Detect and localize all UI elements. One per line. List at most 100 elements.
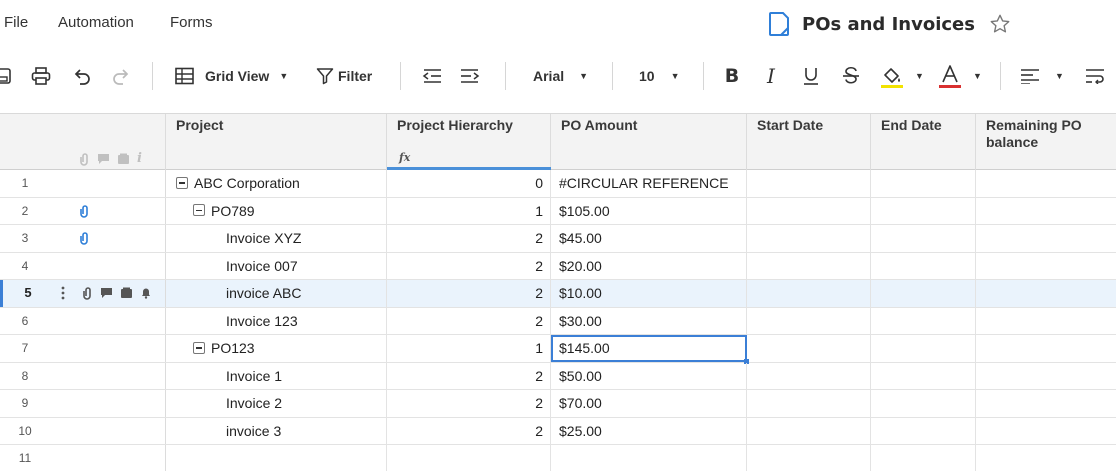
cell-po-amount[interactable]: $145.00 [551,335,747,362]
cell-end-date[interactable] [871,280,976,307]
cell-po-amount[interactable]: $105.00 [551,197,747,224]
undo-button[interactable] [72,62,92,90]
star-icon[interactable] [989,13,1011,35]
cell-end-date[interactable] [871,335,976,362]
menu-file[interactable]: File [4,14,28,31]
attachment-icon[interactable] [78,231,90,245]
reminder-bell-icon[interactable] [140,287,152,299]
column-header-end-date[interactable]: End Date [871,114,976,170]
column-header-project[interactable]: Project [166,114,387,170]
cell-start-date[interactable] [747,445,871,471]
cell-remaining-po-balance[interactable] [976,335,1116,362]
underline-button[interactable] [801,62,821,90]
cell-remaining-po-balance[interactable] [976,445,1116,471]
column-header-remaining-po-balance[interactable]: Remaining PO balance [976,114,1116,170]
info-icon[interactable]: i [137,150,142,167]
cell-project[interactable] [166,445,387,471]
cell-end-date[interactable] [871,362,976,389]
cell-po-amount[interactable]: $70.00 [551,390,747,417]
table-row[interactable]: 2 PO789 1 $105.00 [0,197,1116,225]
row-number-cell[interactable]: 7 [0,335,166,362]
cell-project[interactable]: ABC Corporation [166,170,387,197]
cell-remaining-po-balance[interactable] [976,170,1116,197]
row-menu-icon[interactable] [61,286,65,305]
table-row[interactable]: 11 [0,445,1116,471]
cell-remaining-po-balance[interactable] [976,363,1116,390]
proof-icon[interactable] [120,287,133,299]
cell-remaining-po-balance[interactable] [976,280,1116,307]
row-number-cell[interactable]: 6 [0,307,166,334]
row-number-cell[interactable]: 11 [0,445,166,471]
table-row[interactable]: 9 Invoice 2 2 $70.00 [0,390,1116,418]
cell-end-date[interactable] [871,170,976,197]
table-row[interactable]: 3 Invoice XYZ 2 $45.00 [0,225,1116,253]
row-number-cell[interactable]: 10 [0,417,166,444]
cell-project-hierarchy[interactable]: 0 [387,170,551,197]
fill-color-button[interactable]: ▼ [880,62,930,90]
cell-end-date[interactable] [871,225,976,252]
cell-remaining-po-balance[interactable] [976,390,1116,417]
attachment-icon[interactable] [78,204,90,218]
strikethrough-button[interactable] [841,62,861,90]
comment-icon[interactable] [97,153,110,165]
italic-button[interactable]: I [762,62,780,90]
cell-end-date[interactable] [871,445,976,471]
table-row[interactable]: 8 Invoice 1 2 $50.00 [0,362,1116,390]
cell-remaining-po-balance[interactable] [976,198,1116,225]
cell-start-date[interactable] [747,390,871,417]
collapse-toggle-icon[interactable] [193,204,205,217]
bold-button[interactable]: B [722,62,742,90]
cell-project[interactable]: Invoice 123 [166,307,387,334]
table-row[interactable]: 6 Invoice 123 2 $30.00 [0,307,1116,335]
cell-po-amount[interactable]: $50.00 [551,362,747,389]
cell-project[interactable]: Invoice XYZ [166,225,387,252]
row-number-cell[interactable]: 4 [0,252,166,279]
align-dropdown[interactable]: ▼ [1020,62,1070,90]
cell-project-hierarchy[interactable]: 2 [387,225,551,252]
attachment-icon[interactable] [81,286,93,300]
cell-po-amount[interactable]: $45.00 [551,225,747,252]
cell-project[interactable]: invoice ABC [166,280,387,307]
comment-icon[interactable] [100,287,113,299]
font-family-dropdown[interactable]: Arial ▼ [528,62,588,90]
cell-remaining-po-balance[interactable] [976,308,1116,335]
table-row[interactable]: 5 invoice ABC 2 $10.00 [0,280,1116,308]
row-number-cell[interactable]: 8 [0,362,166,389]
row-number-cell[interactable]: 5 [0,280,166,307]
row-number-cell[interactable]: 1 [0,170,166,197]
collapse-toggle-icon[interactable] [193,341,205,354]
cell-project-hierarchy[interactable]: 2 [387,362,551,389]
print-button[interactable] [30,62,52,90]
column-header-project-hierarchy[interactable]: Project Hierarchy fx [387,114,551,170]
table-row[interactable]: 1 ABC Corporation 0 #CIRCULAR REFERENCE [0,170,1116,198]
collapse-toggle-icon[interactable] [176,176,188,189]
cell-start-date[interactable] [747,280,871,307]
cell-po-amount[interactable]: #CIRCULAR REFERENCE [551,170,747,197]
cell-project[interactable]: invoice 3 [166,417,387,444]
table-row[interactable]: 7 PO123 1 $145.00 [0,335,1116,364]
grid-view-dropdown[interactable]: Grid View ▼ [175,62,295,90]
cell-start-date[interactable] [747,170,871,197]
cell-project-hierarchy[interactable]: 1 [387,335,551,362]
cell-remaining-po-balance[interactable] [976,418,1116,445]
cell-project[interactable]: PO123 [166,335,387,362]
cell-start-date[interactable] [747,197,871,224]
row-number-cell[interactable]: 9 [0,390,166,417]
cell-project[interactable]: PO789 [166,197,387,224]
font-size-dropdown[interactable]: 10 ▼ [636,62,681,90]
cell-start-date[interactable] [747,417,871,444]
column-header-start-date[interactable]: Start Date [747,114,871,170]
outdent-button[interactable] [421,62,443,90]
wrap-text-button[interactable] [1084,62,1106,90]
indent-button[interactable] [459,62,481,90]
cell-end-date[interactable] [871,307,976,334]
cell-project-hierarchy[interactable]: 2 [387,390,551,417]
cell-project-hierarchy[interactable]: 1 [387,197,551,224]
cell-end-date[interactable] [871,252,976,279]
cell-project[interactable]: Invoice 1 [166,362,387,389]
cell-project-hierarchy[interactable]: 2 [387,252,551,279]
redo-button[interactable] [111,62,131,90]
menu-automation[interactable]: Automation [58,14,134,31]
cell-end-date[interactable] [871,197,976,224]
save-button[interactable] [0,62,12,90]
